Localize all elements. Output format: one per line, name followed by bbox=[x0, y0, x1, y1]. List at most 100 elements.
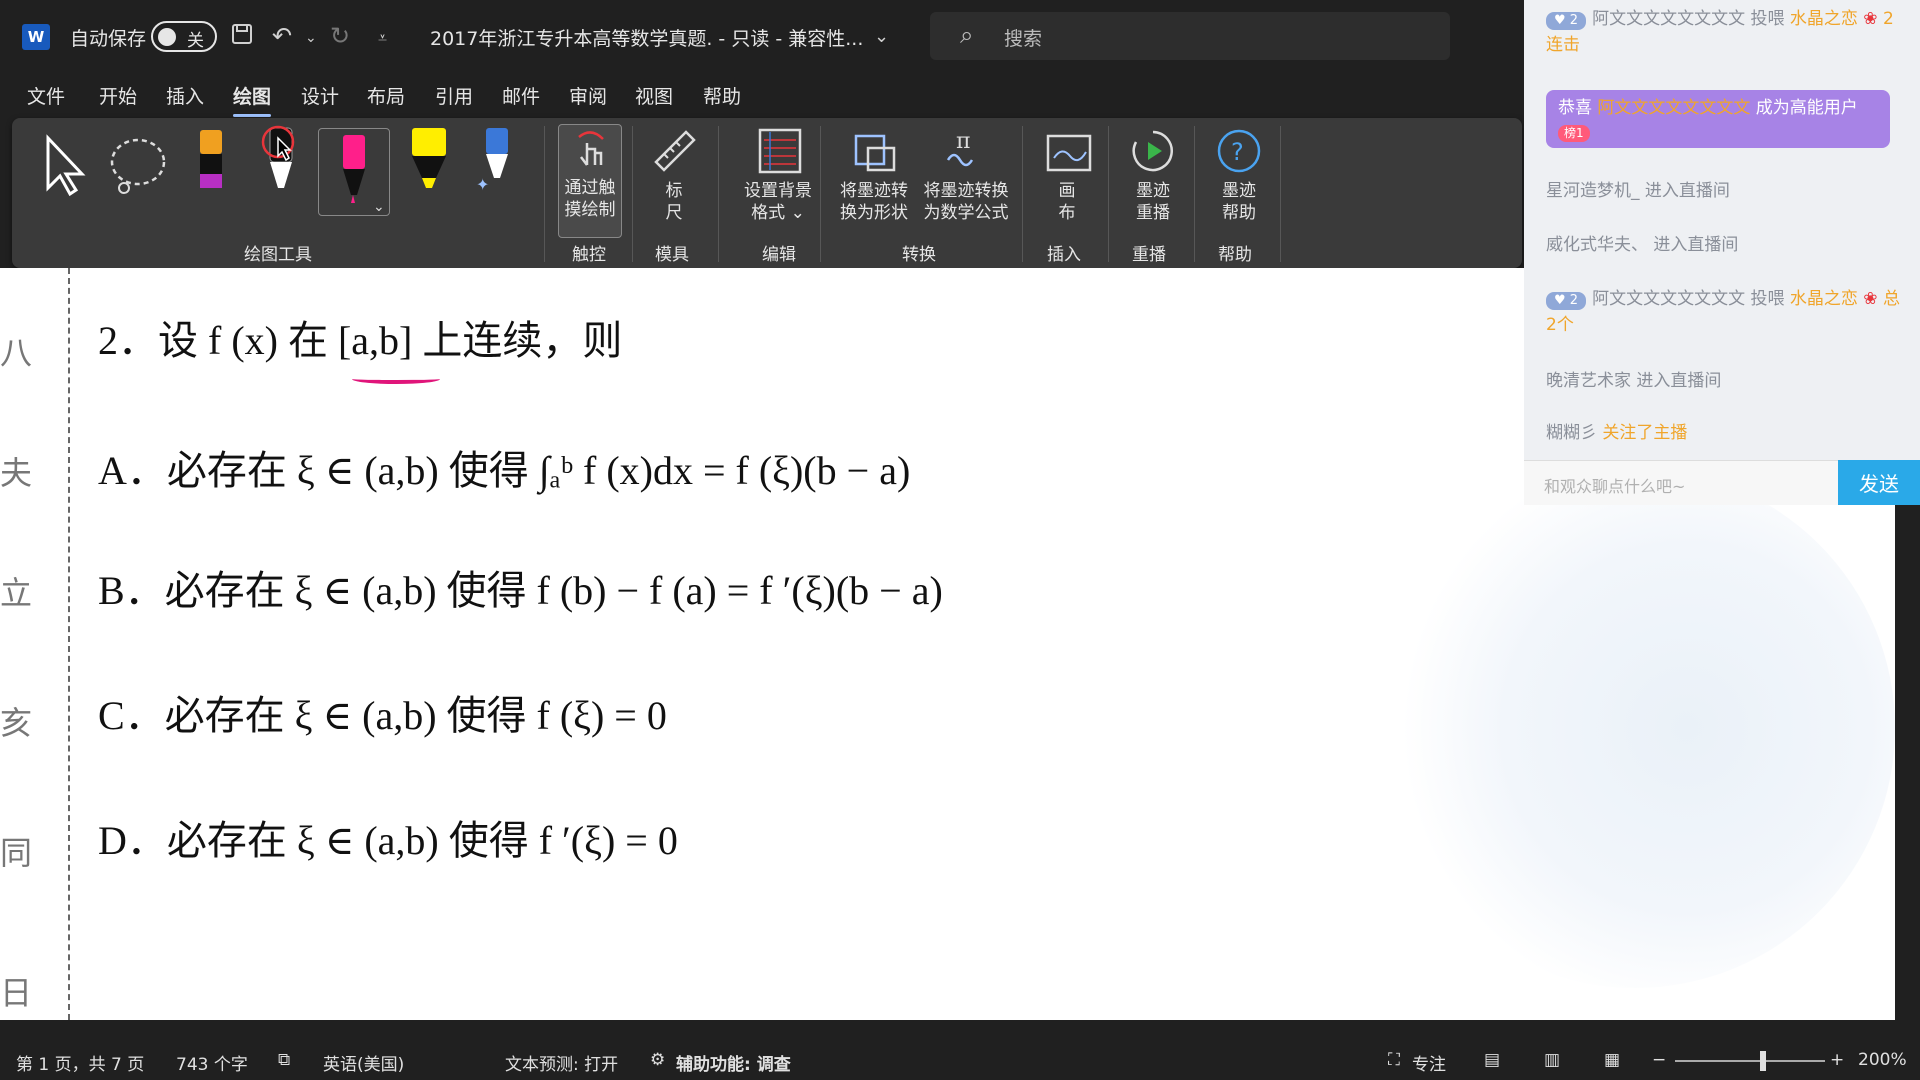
ribbon-separator bbox=[1280, 126, 1281, 262]
read-mode-icon[interactable]: ▤ bbox=[1484, 1050, 1500, 1070]
print-layout-icon[interactable]: ▥ bbox=[1544, 1050, 1560, 1070]
lasso-select-icon[interactable] bbox=[106, 134, 172, 202]
language-status[interactable]: 英语(美国) bbox=[323, 1050, 404, 1075]
tab-layout[interactable]: 布局 bbox=[367, 82, 405, 109]
level-badge: ♥ 2 bbox=[1546, 292, 1587, 310]
background-format-icon bbox=[758, 128, 802, 174]
pen-pink-icon[interactable]: ⌄ bbox=[318, 128, 390, 216]
svg-text:π: π bbox=[956, 129, 970, 154]
ink-to-shape-label-1: 将墨迹转 bbox=[840, 181, 908, 201]
ribbon-separator bbox=[632, 126, 633, 262]
ink-replay-label-2: 重播 bbox=[1136, 203, 1170, 223]
tab-references[interactable]: 引用 bbox=[435, 82, 473, 109]
page-count[interactable]: 第 1 页，共 7 页 bbox=[16, 1050, 144, 1075]
draw-with-touch-button[interactable]: 通过触 摸绘制 bbox=[558, 124, 622, 238]
zoom-slider-thumb[interactable] bbox=[1760, 1051, 1766, 1071]
option-b: B．必存在 ξ ∈ (a,b) 使得 f (b) − f (a) = f ′(ξ… bbox=[98, 568, 943, 613]
undo-dropdown-icon[interactable]: ⌄ bbox=[305, 30, 317, 46]
option-c: C．必存在 ξ ∈ (a,b) 使得 f (ξ) = 0 bbox=[98, 693, 667, 738]
send-button[interactable]: 发送 bbox=[1838, 460, 1920, 505]
touch-draw-label-1: 通过触 bbox=[564, 178, 616, 198]
title-dropdown-icon[interactable]: ⌄ bbox=[874, 26, 889, 47]
tab-help[interactable]: 帮助 bbox=[703, 82, 741, 109]
gift-icon: ❀ bbox=[1863, 9, 1878, 29]
margin-guide bbox=[68, 268, 70, 1020]
select-tool-icon[interactable] bbox=[40, 132, 90, 202]
tab-design[interactable]: 设计 bbox=[301, 82, 339, 109]
level-badge: ♥ 2 bbox=[1546, 12, 1587, 30]
cropped-char: 同 bbox=[0, 834, 33, 872]
autosave-state: 关 bbox=[187, 31, 204, 51]
live-chat-panel: ♥ 2 阿文文文文文文文文 投喂 水晶之恋 ❀ 2连击 恭喜 阿文文文文文文文文 … bbox=[1524, 0, 1920, 505]
pen-orange-purple-icon[interactable] bbox=[196, 128, 226, 202]
autosave-toggle[interactable]: 关 bbox=[151, 21, 217, 52]
customize-qat-icon[interactable]: ⩡ bbox=[378, 28, 387, 48]
highlighter-yellow-icon[interactable] bbox=[404, 126, 454, 200]
search-box[interactable]: ⌕ 搜索 bbox=[930, 12, 1450, 60]
redo-icon[interactable]: ↻ bbox=[330, 22, 350, 50]
canvas-label-1: 画 bbox=[1058, 181, 1076, 201]
draw-ribbon: ⌄ ✦ 绘图工具 通过触 摸绘制 触控 标 尺 模具 设置背景 格式 ⌄ 编辑 bbox=[12, 118, 1522, 268]
word-count[interactable]: 743 个字 bbox=[176, 1050, 248, 1075]
replay-icon bbox=[1132, 130, 1173, 172]
text-prediction-status[interactable]: 文本预测: 打开 bbox=[505, 1050, 618, 1075]
ink-to-shape-icon bbox=[854, 134, 896, 172]
accessibility-status[interactable]: 辅助功能: 调查 bbox=[676, 1050, 791, 1075]
autosave-label: 自动保存 bbox=[70, 28, 147, 50]
ink-to-shape-label-2: 换为形状 bbox=[840, 203, 908, 223]
ink-help-label-2: 帮助 bbox=[1222, 203, 1256, 223]
ink-replay-button[interactable]: 墨迹 重播 bbox=[1118, 126, 1188, 238]
zoom-level[interactable]: 200% bbox=[1858, 1050, 1907, 1070]
focus-mode-button[interactable]: 专注 bbox=[1412, 1050, 1446, 1075]
ink-underline-annotation bbox=[352, 374, 440, 384]
ribbon-separator bbox=[1194, 126, 1195, 262]
tab-review[interactable]: 审阅 bbox=[569, 82, 607, 109]
gift-icon: ❀ bbox=[1863, 289, 1878, 309]
pen-black-selected-icon[interactable] bbox=[256, 124, 306, 204]
zoom-out-icon[interactable]: − bbox=[1652, 1050, 1666, 1070]
tab-home[interactable]: 开始 bbox=[99, 82, 137, 109]
tab-mailings[interactable]: 邮件 bbox=[502, 82, 540, 109]
tab-draw[interactable]: 绘图 bbox=[233, 82, 272, 117]
bg-format-label-1: 设置背景 bbox=[744, 181, 812, 201]
chat-input[interactable]: 和观众聊点什么吧~ bbox=[1524, 460, 1838, 505]
web-layout-icon[interactable]: ▦ bbox=[1604, 1050, 1620, 1070]
drawing-canvas-button[interactable]: 画 布 bbox=[1032, 126, 1102, 238]
cropped-char: 夫 bbox=[0, 454, 33, 492]
bg-format-label-2: 格式 ⌄ bbox=[751, 203, 805, 223]
ink-replay-label-1: 墨迹 bbox=[1136, 181, 1170, 201]
chat-enter-message: 威化式华夫、 进入直播间 bbox=[1546, 235, 1739, 255]
svg-text:?: ? bbox=[1231, 138, 1244, 166]
tab-file[interactable]: 文件 bbox=[27, 82, 65, 109]
group-label-drawing-tools: 绘图工具 bbox=[244, 245, 312, 265]
ink-to-math-label-1: 将墨迹转换 bbox=[923, 181, 1009, 201]
zoom-in-icon[interactable]: + bbox=[1830, 1050, 1844, 1070]
svg-text:⌄: ⌄ bbox=[373, 199, 385, 215]
ruler-button[interactable]: 标 尺 bbox=[642, 126, 706, 238]
group-label-convert: 转换 bbox=[902, 245, 936, 265]
format-background-button[interactable]: 设置背景 格式 ⌄ bbox=[728, 126, 828, 238]
save-icon[interactable] bbox=[230, 22, 254, 52]
ink-to-shape-button[interactable]: 将墨迹转 换为形状 bbox=[830, 126, 918, 238]
cropped-char: 亥 bbox=[0, 704, 33, 742]
chat-enter-message: 晚清艺术家 进入直播间 bbox=[1546, 371, 1722, 391]
tab-view[interactable]: 视图 bbox=[635, 82, 673, 109]
action-pen-icon[interactable]: ✦ bbox=[472, 126, 522, 200]
ruler-label-2: 尺 bbox=[665, 203, 683, 223]
zoom-slider[interactable] bbox=[1675, 1060, 1825, 1062]
tab-insert[interactable]: 插入 bbox=[166, 82, 204, 109]
watermark-decoration bbox=[1375, 468, 1895, 988]
ink-help-button[interactable]: ? 墨迹 帮助 bbox=[1204, 126, 1274, 238]
ribbon-separator bbox=[1108, 126, 1109, 262]
proofing-icon[interactable]: ⧉ bbox=[278, 1050, 290, 1070]
rank-badge: 榜1 bbox=[1558, 125, 1590, 142]
cropped-char: 八 bbox=[0, 334, 33, 372]
group-label-help: 帮助 bbox=[1218, 245, 1252, 265]
ink-to-math-button[interactable]: π 将墨迹转换 为数学公式 bbox=[916, 126, 1016, 238]
option-a: A．必存在 ξ ∈ (a,b) 使得 ∫ₐᵇ f (x)dx = f (ξ)(b… bbox=[98, 448, 911, 493]
chat-gift-message: ♥ 2 阿文文文文文文文文 投喂 水晶之恋 ❀ 总2个 bbox=[1546, 289, 1900, 335]
search-placeholder: 搜索 bbox=[1004, 28, 1043, 50]
chat-gift-message: ♥ 2 阿文文文文文文文文 投喂 水晶之恋 ❀ 2连击 bbox=[1546, 9, 1894, 55]
undo-icon[interactable]: ↶ bbox=[272, 22, 292, 50]
group-label-edit: 编辑 bbox=[762, 245, 796, 265]
